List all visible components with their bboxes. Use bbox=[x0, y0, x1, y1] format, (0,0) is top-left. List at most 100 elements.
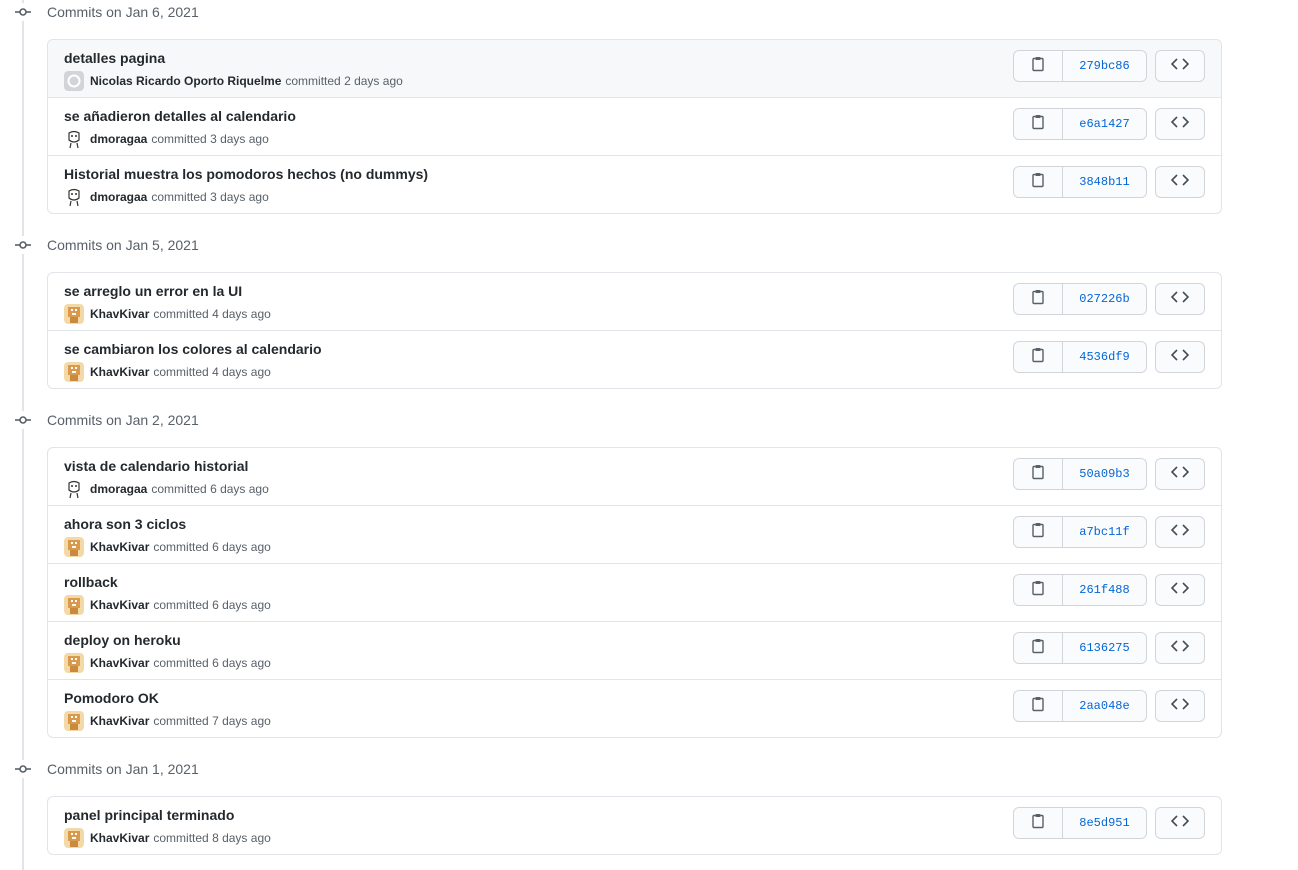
commit-message-link[interactable]: rollback bbox=[64, 574, 118, 590]
pixel-avatar[interactable] bbox=[64, 537, 84, 557]
commit-row: se cambiaron los colores al calendario Kh… bbox=[48, 330, 1221, 388]
commit-meta: Nicolas Ricardo Oporto Riquelme committed… bbox=[64, 71, 403, 91]
commit-action-text: committed bbox=[153, 831, 209, 845]
commit-group-date: Commits on Jan 1, 2021 bbox=[47, 761, 199, 777]
browse-repo-button[interactable] bbox=[1155, 690, 1205, 722]
browse-repo-button[interactable] bbox=[1155, 574, 1205, 606]
commit-author-link[interactable]: KhavKivar bbox=[90, 540, 149, 554]
commit-sha-link[interactable]: 279bc86 bbox=[1063, 51, 1146, 81]
browse-repo-button[interactable] bbox=[1155, 108, 1205, 140]
commit-relative-time: 4 days ago bbox=[212, 307, 271, 321]
commit-row: se arreglo un error en la UI KhavKivar com… bbox=[48, 273, 1221, 330]
copy-sha-button[interactable] bbox=[1014, 167, 1063, 197]
commit-sha-link[interactable]: a7bc11f bbox=[1063, 517, 1146, 547]
commit-action-text: committed bbox=[151, 482, 207, 496]
code-icon bbox=[1170, 814, 1190, 833]
commit-author-link[interactable]: KhavKivar bbox=[90, 307, 149, 321]
browse-repo-button[interactable] bbox=[1155, 632, 1205, 664]
commit-author-link[interactable]: dmoragaa bbox=[90, 482, 147, 496]
copy-sha-button[interactable] bbox=[1014, 51, 1063, 81]
pixel-avatar[interactable] bbox=[64, 362, 84, 382]
commit-action-text: committed bbox=[153, 598, 209, 612]
commit-sha-link[interactable]: e6a1427 bbox=[1063, 109, 1146, 139]
code-icon bbox=[1170, 173, 1190, 192]
sha-button-group: 3848b11 bbox=[1013, 166, 1147, 198]
commit-actions: 261f488 bbox=[1013, 574, 1205, 606]
commit-author-link[interactable]: dmoragaa bbox=[90, 190, 147, 204]
commit-sha-link[interactable]: 50a09b3 bbox=[1063, 459, 1146, 489]
commit-author-link[interactable]: KhavKivar bbox=[90, 598, 149, 612]
commit-message-link[interactable]: ahora son 3 ciclos bbox=[64, 516, 186, 532]
commit-sha-link[interactable]: 027226b bbox=[1063, 284, 1146, 314]
copy-sha-button[interactable] bbox=[1014, 459, 1063, 489]
sha-button-group: a7bc11f bbox=[1013, 516, 1147, 548]
copy-sha-button[interactable] bbox=[1014, 575, 1063, 605]
clipboard-icon bbox=[1031, 813, 1045, 834]
commit-message-link[interactable]: Historial muestra los pomodoros hechos (… bbox=[64, 166, 428, 182]
github-default-avatar[interactable] bbox=[64, 71, 84, 91]
commit-actions: 8e5d951 bbox=[1013, 807, 1205, 839]
git-commit-icon bbox=[14, 3, 32, 21]
browse-repo-button[interactable] bbox=[1155, 458, 1205, 490]
commit-sha-link[interactable]: 2aa048e bbox=[1063, 691, 1146, 721]
commit-author-link[interactable]: KhavKivar bbox=[90, 365, 149, 379]
commit-author-link[interactable]: KhavKivar bbox=[90, 831, 149, 845]
sketch-avatar[interactable] bbox=[64, 129, 84, 149]
pixel-avatar[interactable] bbox=[64, 304, 84, 324]
commit-group-header: Commits on Jan 2, 2021 bbox=[14, 408, 199, 432]
commit-list: se arreglo un error en la UI KhavKivar com… bbox=[47, 272, 1222, 389]
commit-meta: KhavKivar committed 7 days ago bbox=[64, 711, 271, 731]
commit-author-link[interactable]: dmoragaa bbox=[90, 132, 147, 146]
clipboard-icon bbox=[1031, 522, 1045, 543]
pixel-avatar[interactable] bbox=[64, 828, 84, 848]
commit-actions: e6a1427 bbox=[1013, 108, 1205, 140]
clipboard-icon bbox=[1031, 638, 1045, 659]
sha-button-group: e6a1427 bbox=[1013, 108, 1147, 140]
copy-sha-button[interactable] bbox=[1014, 633, 1063, 663]
commit-relative-time: 3 days ago bbox=[210, 190, 269, 204]
commit-sha-link[interactable]: 4536df9 bbox=[1063, 342, 1146, 372]
commit-sha-link[interactable]: 8e5d951 bbox=[1063, 808, 1146, 838]
copy-sha-button[interactable] bbox=[1014, 808, 1063, 838]
browse-repo-button[interactable] bbox=[1155, 807, 1205, 839]
commit-author-link[interactable]: KhavKivar bbox=[90, 656, 149, 670]
commit-action-text: committed bbox=[285, 74, 341, 88]
commit-message-link[interactable]: vista de calendario historial bbox=[64, 458, 248, 474]
clipboard-icon bbox=[1031, 464, 1045, 485]
browse-repo-button[interactable] bbox=[1155, 341, 1205, 373]
copy-sha-button[interactable] bbox=[1014, 342, 1063, 372]
commit-sha-link[interactable]: 261f488 bbox=[1063, 575, 1146, 605]
pixel-avatar[interactable] bbox=[64, 595, 84, 615]
commit-sha-link[interactable]: 3848b11 bbox=[1063, 167, 1146, 197]
copy-sha-button[interactable] bbox=[1014, 284, 1063, 314]
copy-sha-button[interactable] bbox=[1014, 109, 1063, 139]
copy-sha-button[interactable] bbox=[1014, 691, 1063, 721]
commit-relative-time: 7 days ago bbox=[212, 714, 271, 728]
browse-repo-button[interactable] bbox=[1155, 166, 1205, 198]
commit-row: rollback KhavKivar committed 6 days ago 261… bbox=[48, 563, 1221, 621]
pixel-avatar[interactable] bbox=[64, 653, 84, 673]
commit-message-link[interactable]: se cambiaron los colores al calendario bbox=[64, 341, 322, 357]
sha-button-group: 8e5d951 bbox=[1013, 807, 1147, 839]
commit-message-link[interactable]: se añadieron detalles al calendario bbox=[64, 108, 296, 124]
commit-relative-time: 8 days ago bbox=[212, 831, 271, 845]
commit-sha-link[interactable]: 6136275 bbox=[1063, 633, 1146, 663]
browse-repo-button[interactable] bbox=[1155, 516, 1205, 548]
commit-message-link[interactable]: detalles pagina bbox=[64, 50, 165, 66]
commit-action-text: committed bbox=[153, 365, 209, 379]
commit-action-text: committed bbox=[151, 132, 207, 146]
browse-repo-button[interactable] bbox=[1155, 283, 1205, 315]
commit-message-link[interactable]: se arreglo un error en la UI bbox=[64, 283, 242, 299]
sketch-avatar[interactable] bbox=[64, 479, 84, 499]
sketch-avatar[interactable] bbox=[64, 187, 84, 207]
copy-sha-button[interactable] bbox=[1014, 517, 1063, 547]
commit-message-link[interactable]: Pomodoro OK bbox=[64, 690, 159, 706]
commit-message-link[interactable]: deploy on heroku bbox=[64, 632, 181, 648]
commit-relative-time: 2 days ago bbox=[344, 74, 403, 88]
commit-author-link[interactable]: Nicolas Ricardo Oporto Riquelme bbox=[90, 74, 281, 88]
commit-actions: 50a09b3 bbox=[1013, 458, 1205, 490]
commit-author-link[interactable]: KhavKivar bbox=[90, 714, 149, 728]
commit-message-link[interactable]: panel principal terminado bbox=[64, 807, 234, 823]
browse-repo-button[interactable] bbox=[1155, 50, 1205, 82]
pixel-avatar[interactable] bbox=[64, 711, 84, 731]
